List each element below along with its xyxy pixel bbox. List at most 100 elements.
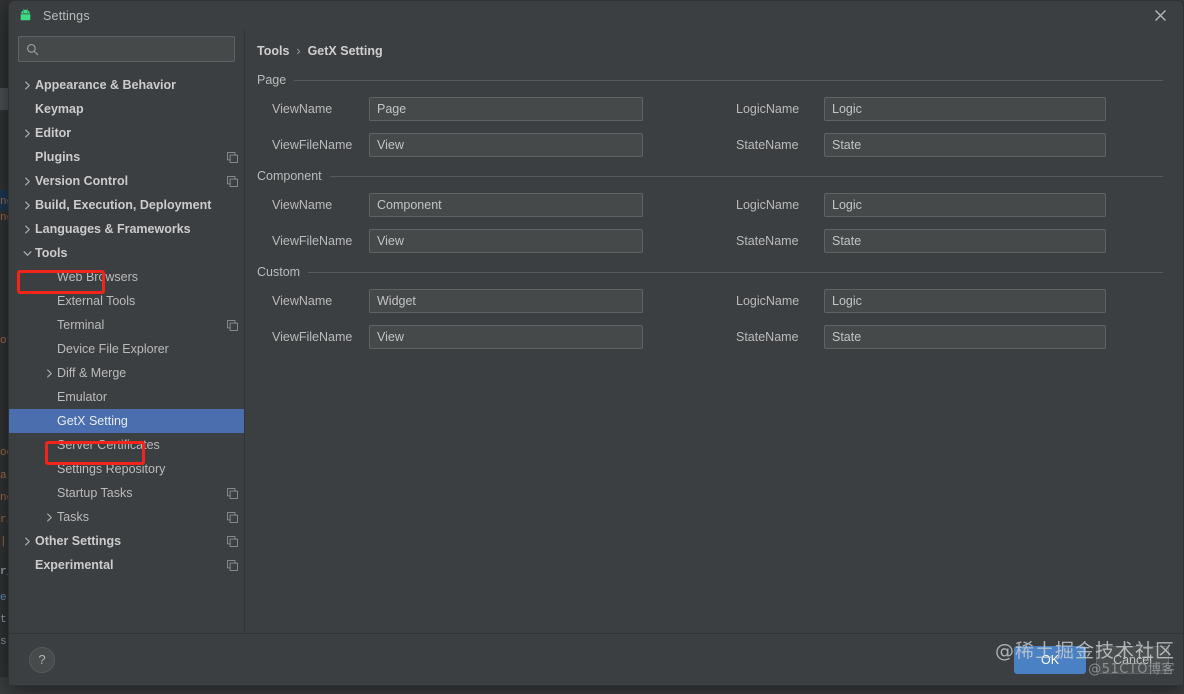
copy-settings-icon (227, 151, 238, 163)
sidebar-item-plugins[interactable]: Plugins (9, 145, 244, 169)
cancel-button[interactable]: Cancel (1096, 645, 1169, 674)
help-button[interactable]: ? (29, 646, 55, 673)
sidebar-item-appearance-behavior[interactable]: Appearance & Behavior (9, 73, 244, 97)
close-icon[interactable] (1137, 1, 1183, 30)
sidebar-item-startup-tasks[interactable]: Startup Tasks (9, 481, 244, 505)
dialog-title-bar: Settings (9, 1, 1183, 30)
chevron-right-icon (24, 176, 30, 186)
field-statename: StateName (736, 133, 1106, 157)
footer-actions: OK Cancel (1014, 645, 1169, 674)
component-viewname-input[interactable] (369, 193, 643, 217)
sidebar-item-experimental[interactable]: Experimental (9, 553, 244, 577)
tree-arrow[interactable] (19, 200, 35, 210)
custom-statename-input[interactable] (824, 325, 1106, 349)
dialog-footer: ? OK Cancel @稀土掘金技术社区 @51CTO博客 (9, 633, 1183, 685)
search-box[interactable] (18, 36, 235, 62)
tree-arrow[interactable] (19, 80, 35, 90)
sidebar-item-tools[interactable]: Tools (9, 241, 244, 265)
sidebar-item-diff-merge[interactable]: Diff & Merge (9, 361, 244, 385)
sidebar-item-label: Tools (35, 246, 68, 260)
sidebar-item-device-file-explorer[interactable]: Device File Explorer (9, 337, 244, 361)
field-statename: StateName (736, 229, 1106, 253)
field-label: StateName (736, 138, 799, 152)
page-statename-input[interactable] (824, 133, 1106, 157)
field-viewname: ViewName (272, 289, 684, 313)
breadcrumb-parent[interactable]: Tools (257, 44, 289, 58)
sidebar-item-label: Startup Tasks (57, 486, 133, 500)
sidebar-item-external-tools[interactable]: External Tools (9, 289, 244, 313)
copy-settings-icon (227, 319, 238, 331)
page-logicname-input[interactable] (824, 97, 1106, 121)
page-viewname-input[interactable] (369, 97, 643, 121)
sidebar-item-emulator[interactable]: Emulator (9, 385, 244, 409)
form-row: ViewFileName StateName (257, 325, 1163, 349)
search-input[interactable] (45, 42, 227, 56)
component-statename-input[interactable] (824, 229, 1106, 253)
section-header: Page (257, 73, 1163, 87)
tree-arrow[interactable] (19, 536, 35, 546)
sidebar-item-terminal[interactable]: Terminal (9, 313, 244, 337)
sidebar-item-label: Diff & Merge (57, 366, 127, 380)
field-label: ViewName (272, 102, 333, 116)
field-logicname: LogicName (736, 193, 1106, 217)
section-title: Page (257, 73, 287, 87)
dialog-title: Settings (43, 8, 90, 23)
sidebar-item-settings-repository[interactable]: Settings Repository (9, 457, 244, 481)
field-label: ViewName (272, 294, 333, 308)
tree-arrow[interactable] (19, 176, 35, 186)
sidebar-item-server-certificates[interactable]: Server Certificates (9, 433, 244, 457)
tree-arrow[interactable] (19, 249, 35, 258)
tree-arrow[interactable] (19, 128, 35, 138)
breadcrumb-separator: › (296, 44, 301, 58)
breadcrumb-current: GetX Setting (307, 44, 383, 58)
section-title: Custom (257, 265, 301, 279)
field-label: ViewName (272, 198, 333, 212)
tree-arrow[interactable] (41, 512, 57, 522)
section-divider (329, 175, 1163, 177)
page-viewfilename-input[interactable] (369, 133, 643, 157)
custom-viewname-input[interactable] (369, 289, 643, 313)
settings-sidebar: Appearance & Behavior Keymap Editor Plugins… (9, 30, 245, 633)
sidebar-item-web-browsers[interactable]: Web Browsers (9, 265, 244, 289)
component-viewfilename-input[interactable] (369, 229, 643, 253)
sidebar-item-build-execution-deployment[interactable]: Build, Execution, Deployment (9, 193, 244, 217)
field-viewname: ViewName (272, 97, 684, 121)
sidebar-item-languages-frameworks[interactable]: Languages & Frameworks (9, 217, 244, 241)
sidebar-item-label: Version Control (35, 174, 129, 188)
field-viewfilename: ViewFileName (272, 325, 684, 349)
chevron-right-icon (24, 200, 30, 210)
search-icon (27, 43, 39, 55)
field-label: ViewFileName (272, 330, 353, 344)
search-container (9, 30, 244, 66)
field-logicname: LogicName (736, 97, 1106, 121)
sidebar-item-label: Terminal (57, 318, 105, 332)
section-header: Component (257, 169, 1163, 183)
field-logicname: LogicName (736, 289, 1106, 313)
sidebar-item-label: Editor (35, 126, 72, 140)
field-label: LogicName (736, 198, 800, 212)
sidebar-item-editor[interactable]: Editor (9, 121, 244, 145)
copy-settings-icon (227, 535, 238, 547)
component-logicname-input[interactable] (824, 193, 1106, 217)
tree-arrow[interactable] (19, 224, 35, 234)
sidebar-item-getx-setting[interactable]: GetX Setting (9, 409, 244, 433)
tree-arrow[interactable] (41, 368, 57, 378)
copy-settings-icon (227, 511, 238, 523)
chevron-right-icon (46, 512, 52, 522)
custom-viewfilename-input[interactable] (369, 325, 643, 349)
form-row: ViewFileName StateName (257, 229, 1163, 253)
sidebar-item-label: Other Settings (35, 534, 122, 548)
ok-label: OK (1041, 652, 1060, 667)
field-viewfilename: ViewFileName (272, 229, 684, 253)
settings-dialog: Settings Appearance & Behavior Keymap Edit… (8, 0, 1184, 686)
sidebar-item-version-control[interactable]: Version Control (9, 169, 244, 193)
custom-logicname-input[interactable] (824, 289, 1106, 313)
sidebar-item-label: Emulator (57, 390, 108, 404)
sidebar-item-keymap[interactable]: Keymap (9, 97, 244, 121)
ok-button[interactable]: OK (1014, 645, 1087, 674)
field-label: LogicName (736, 102, 800, 116)
sidebar-item-tasks[interactable]: Tasks (9, 505, 244, 529)
form-row: ViewName LogicName (257, 289, 1163, 313)
form-row: ViewFileName StateName (257, 133, 1163, 157)
sidebar-item-other-settings[interactable]: Other Settings (9, 529, 244, 553)
